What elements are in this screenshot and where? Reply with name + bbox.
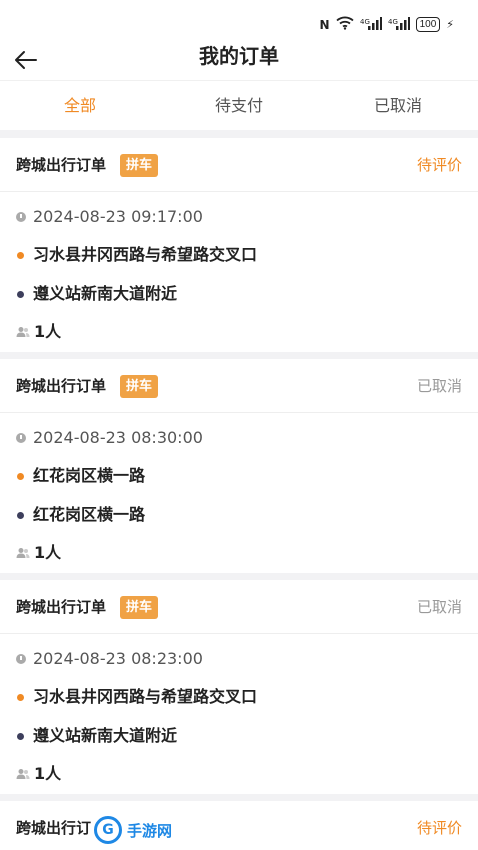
battery-icon: 100 (415, 17, 441, 32)
passenger-count: 1人 (34, 322, 62, 341)
passenger-count: 1人 (34, 543, 62, 562)
order-type: 跨城出行订单 (16, 377, 107, 395)
origin-dot-icon (17, 251, 24, 259)
status-bar: N 4G 4G 100 ⚡ (0, 0, 478, 40)
destination-address: 遵义站新南大道附近 (33, 284, 178, 303)
passenger-row: 1人 (16, 321, 61, 343)
destination-address: 红花岗区横一路 (33, 505, 146, 524)
clock-icon (16, 654, 26, 664)
origin-row: 习水县井冈西路与希望路交叉口 (16, 244, 257, 266)
people-icon (16, 327, 30, 337)
passenger-row: 1人 (16, 542, 61, 564)
order-card-header: 跨城出行订单 拼车 待评价 (0, 138, 478, 192)
order-time-row: 2024-08-23 08:23:00 (16, 648, 203, 670)
origin-dot-icon (17, 693, 24, 701)
watermark-text: 手游网 (125, 819, 175, 841)
nav-bar: 我的订单 (0, 40, 478, 80)
signal-icon: 4G (360, 16, 382, 33)
order-card-header: 跨城出行订单 拼车 已取消 (0, 580, 478, 634)
order-status: 已取消 (416, 598, 462, 616)
order-status: 已取消 (416, 377, 462, 395)
arrow-left-icon (15, 51, 37, 69)
order-time: 2024-08-23 08:30:00 (33, 428, 203, 447)
tab-cancelled[interactable]: 已取消 (338, 81, 458, 131)
watermark-logo: G (94, 816, 122, 844)
destination-row: 遵义站新南大道附近 (16, 283, 177, 305)
back-button[interactable] (8, 42, 44, 78)
origin-address: 习水县井冈西路与希望路交叉口 (33, 245, 258, 264)
clock-icon (16, 433, 26, 443)
passenger-row: 1人 (16, 763, 61, 785)
destination-address: 遵义站新南大道附近 (33, 726, 178, 745)
svg-text:4G: 4G (360, 18, 370, 26)
origin-address: 习水县井冈西路与希望路交叉口 (33, 687, 258, 706)
order-card[interactable]: 跨城出行订单 拼车 已取消 2024-08-23 08:23:00 习水县井冈西… (0, 580, 478, 794)
destination-row: 红花岗区横一路 (16, 504, 145, 526)
destination-dot-icon (17, 290, 24, 298)
order-card-header: 跨城出行订 待评价 (0, 801, 478, 850)
order-card[interactable]: 跨城出行订单 拼车 待评价 2024-08-23 09:17:00 习水县井冈西… (0, 138, 478, 352)
order-time: 2024-08-23 09:17:00 (33, 207, 203, 226)
people-icon (16, 548, 30, 558)
carpool-tag: 拼车 (120, 596, 159, 619)
destination-dot-icon (17, 732, 24, 740)
order-time-row: 2024-08-23 09:17:00 (16, 206, 203, 228)
origin-address: 红花岗区横一路 (33, 466, 146, 485)
origin-dot-icon (17, 472, 24, 480)
carpool-tag: 拼车 (120, 375, 159, 398)
order-status: 待评价 (416, 819, 462, 837)
tab-unpaid[interactable]: 待支付 (179, 81, 299, 131)
order-card-header: 跨城出行订单 拼车 已取消 (0, 359, 478, 413)
passenger-count: 1人 (34, 764, 62, 783)
clock-icon (16, 212, 26, 222)
page-title: 我的订单 (199, 44, 279, 68)
tab-all[interactable]: 全部 (20, 81, 140, 131)
order-time: 2024-08-23 08:23:00 (33, 649, 203, 668)
origin-row: 习水县井冈西路与希望路交叉口 (16, 686, 257, 708)
order-status: 待评价 (416, 156, 462, 174)
origin-row: 红花岗区横一路 (16, 465, 145, 487)
watermark: G 手游网 (94, 816, 175, 844)
destination-row: 遵义站新南大道附近 (16, 725, 177, 747)
order-type: 跨城出行订单 (16, 156, 107, 174)
order-card[interactable]: 跨城出行订单 拼车 已取消 2024-08-23 08:30:00 红花岗区横一… (0, 359, 478, 573)
order-card[interactable]: 跨城出行订 待评价 (0, 801, 478, 850)
charging-icon: ⚡ (446, 18, 454, 31)
signal-icon: 4G (388, 16, 410, 33)
order-type: 跨城出行订 (16, 819, 92, 837)
tab-bar: 全部 待支付 已取消 (0, 80, 478, 130)
order-time-row: 2024-08-23 08:30:00 (16, 427, 203, 449)
people-icon (16, 769, 30, 779)
destination-dot-icon (17, 511, 24, 519)
carpool-tag: 拼车 (120, 154, 159, 177)
svg-text:4G: 4G (388, 18, 398, 26)
nfc-icon: N (319, 17, 330, 32)
order-type: 跨城出行订单 (16, 598, 107, 616)
wifi-icon (335, 16, 354, 33)
